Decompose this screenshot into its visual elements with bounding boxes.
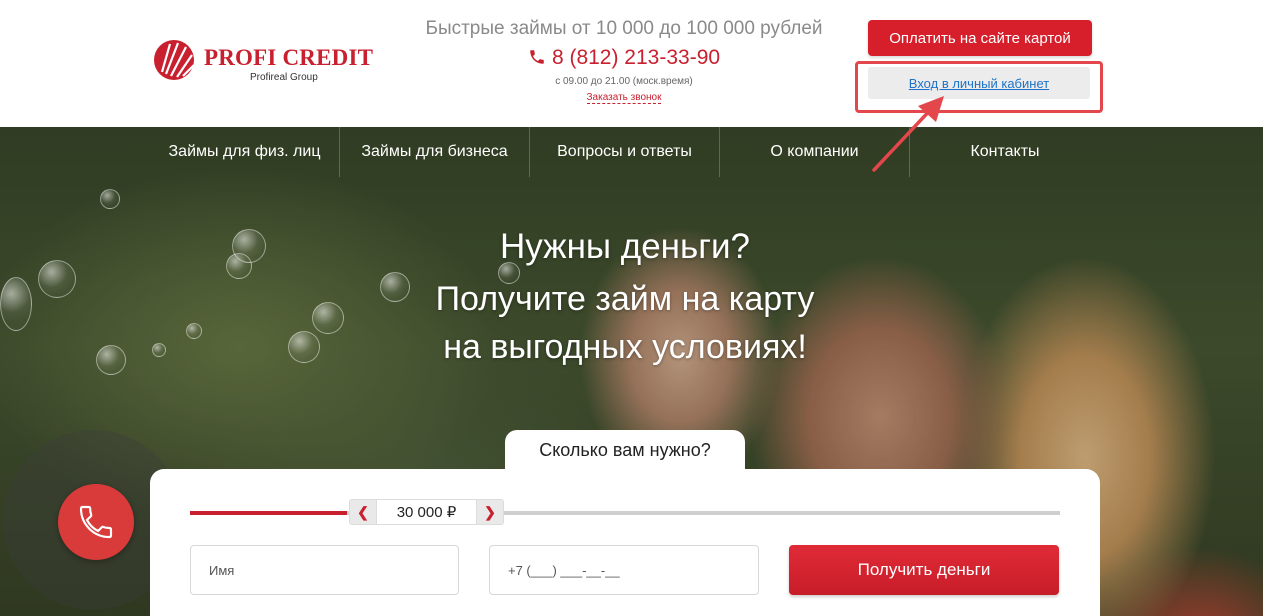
phone-icon [530,50,544,64]
chevron-left-icon[interactable]: ❮ [350,500,376,524]
form-tab: Сколько вам нужно? [505,430,745,470]
nav-item-individuals[interactable]: Займы для физ. лиц [150,127,340,177]
bubble [152,343,166,357]
bubble [96,345,126,375]
logo-name: PROFI CREDIT [204,45,374,70]
hero-title: Нужны деньги? [499,227,751,266]
name-input[interactable] [190,545,459,595]
bubble [100,189,120,209]
nav-item-faq[interactable]: Вопросы и ответы [530,127,720,177]
bubble [288,331,320,363]
hero-subtitle-line-2: на выгодных условиях! [443,328,807,366]
bubble [226,253,252,279]
bubble [0,277,32,331]
call-widget-button[interactable] [58,484,134,560]
phone-handset-icon [79,505,113,539]
logo-subtitle: Profireal Group [250,72,318,83]
callback-link-wrap: Заказать звонок [404,92,844,104]
arrow-icon [872,96,944,172]
pay-by-card-button[interactable]: Оплатить на сайте картой [868,20,1092,56]
tagline: Быстрые займы от 10 000 до 100 000 рубле… [425,18,823,39]
hero-subtitle: Получите займ на карту на выгодных услов… [325,275,925,371]
phone-text: 8 (812) 213-33-90 [551,46,721,69]
callback-link[interactable]: Заказать звонок [586,92,662,104]
get-money-button[interactable]: Получить деньги [789,545,1059,595]
working-hours: с 09.00 до 21.00 (моск.время) [555,76,693,87]
site-header: PROFI CREDIT Profireal Group Быстрые зай… [0,0,1263,127]
shell-logo-icon [154,40,195,80]
bubble [38,260,76,298]
phone-input[interactable] [489,545,759,595]
nav-item-business[interactable]: Займы для бизнеса [340,127,530,177]
hero-subtitle-line-1: Получите займ на карту [435,280,815,318]
amount-slider-fill [190,511,347,515]
phone-number[interactable]: 8 (812) 213-33-90 [404,46,844,70]
loan-form: ❮ 30 000 ₽ ❯ Получить деньги [150,469,1100,616]
amount-slider-handle[interactable]: ❮ 30 000 ₽ ❯ [349,499,504,525]
amount-slider-track[interactable] [190,511,1060,515]
amount-value: 30 000 ₽ [376,500,477,524]
bubble [186,323,202,339]
chevron-right-icon[interactable]: ❯ [477,500,503,524]
logo[interactable]: PROFI CREDIT Profireal Group [152,38,382,88]
